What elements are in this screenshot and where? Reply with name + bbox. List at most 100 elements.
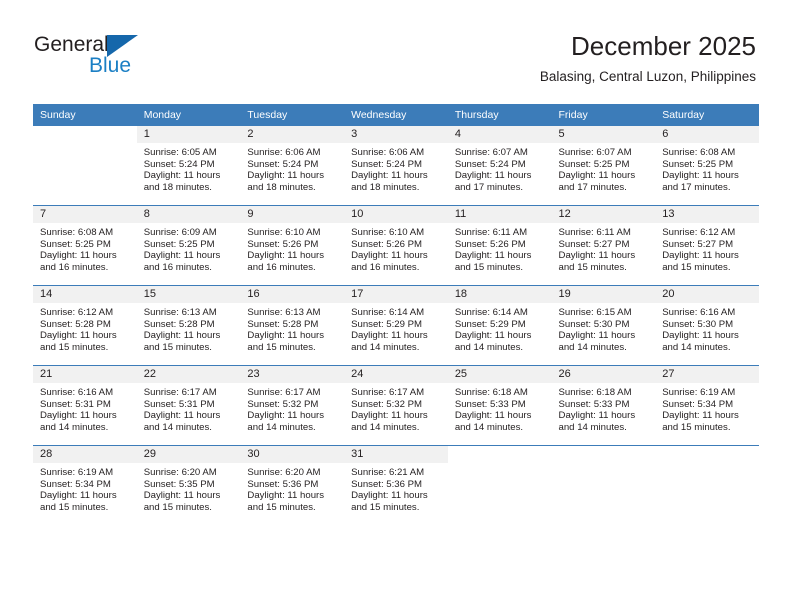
day-cell[interactable]: 31 Sunrise: 6:21 AM Sunset: 5:36 PM Dayl… (344, 445, 448, 525)
day-number: 10 (344, 206, 448, 223)
daylight-text-line2: and 16 minutes. (247, 261, 316, 273)
day-info: Sunrise: 6:20 AM Sunset: 5:36 PM Dayligh… (240, 463, 344, 513)
day-number: 15 (136, 286, 241, 303)
day-cell[interactable]: 25 Sunrise: 6:18 AM Sunset: 5:33 PM Dayl… (447, 365, 552, 446)
day-info: Sunrise: 6:14 AM Sunset: 5:29 PM Dayligh… (344, 303, 448, 353)
day-cell[interactable]: 20 Sunrise: 6:16 AM Sunset: 5:30 PM Dayl… (655, 285, 759, 366)
day-cell-inner: 29 Sunrise: 6:20 AM Sunset: 5:35 PM Dayl… (136, 446, 241, 525)
sunset-text: Sunset: 5:24 PM (247, 158, 319, 170)
day-info (448, 463, 552, 467)
day-cell[interactable]: 30 Sunrise: 6:20 AM Sunset: 5:36 PM Dayl… (240, 445, 345, 525)
day-cell-inner: 27 Sunrise: 6:19 AM Sunset: 5:34 PM Dayl… (655, 366, 759, 445)
day-cell-inner: 25 Sunrise: 6:18 AM Sunset: 5:33 PM Dayl… (447, 366, 552, 445)
general-blue-logo[interactable]: General Blue (34, 33, 214, 83)
day-cell[interactable]: 6 Sunrise: 6:08 AM Sunset: 5:25 PM Dayli… (655, 126, 759, 206)
daylight-text-line2: and 16 minutes. (40, 261, 109, 273)
day-cell[interactable]: 27 Sunrise: 6:19 AM Sunset: 5:34 PM Dayl… (655, 365, 759, 446)
day-number: 9 (240, 206, 345, 223)
daylight-text-line2: and 15 minutes. (351, 501, 420, 513)
day-info: Sunrise: 6:18 AM Sunset: 5:33 PM Dayligh… (448, 383, 552, 433)
daylight-text-line1: Daylight: 11 hours (558, 250, 636, 262)
day-cell[interactable]: 12 Sunrise: 6:11 AM Sunset: 5:27 PM Dayl… (551, 205, 656, 286)
day-info: Sunrise: 6:13 AM Sunset: 5:28 PM Dayligh… (240, 303, 344, 353)
day-cell[interactable] (551, 445, 656, 525)
day-cell[interactable]: 21 Sunrise: 6:16 AM Sunset: 5:31 PM Dayl… (33, 365, 137, 446)
calendar-grid: Sunday Monday Tuesday Wednesday Thursday… (33, 104, 759, 525)
title-block: December 2025 Balasing, Central Luzon, P… (540, 30, 756, 85)
daylight-text-line1: Daylight: 11 hours (40, 490, 117, 502)
day-info: Sunrise: 6:14 AM Sunset: 5:29 PM Dayligh… (448, 303, 552, 353)
day-number: 26 (551, 366, 656, 383)
day-cell-inner: 23 Sunrise: 6:17 AM Sunset: 5:32 PM Dayl… (240, 366, 345, 445)
day-cell[interactable]: 29 Sunrise: 6:20 AM Sunset: 5:35 PM Dayl… (136, 445, 241, 525)
sunset-text: Sunset: 5:28 PM (40, 318, 111, 330)
day-cell[interactable]: 1 Sunrise: 6:05 AM Sunset: 5:24 PM Dayli… (136, 126, 241, 206)
day-cell-inner: 14 Sunrise: 6:12 AM Sunset: 5:28 PM Dayl… (33, 286, 137, 365)
day-cell[interactable]: 4 Sunrise: 6:07 AM Sunset: 5:24 PM Dayli… (447, 126, 552, 206)
sunrise-text: Sunrise: 6:19 AM (662, 387, 736, 398)
day-number: 6 (655, 126, 759, 143)
sunrise-text: Sunrise: 6:11 AM (558, 227, 631, 238)
daylight-text-line2: and 14 minutes. (143, 421, 212, 433)
day-info: Sunrise: 6:05 AM Sunset: 5:24 PM Dayligh… (137, 143, 241, 193)
day-info: Sunrise: 6:12 AM Sunset: 5:27 PM Dayligh… (655, 223, 759, 273)
day-cell[interactable] (655, 445, 759, 525)
sunrise-text: Sunrise: 6:18 AM (558, 387, 632, 398)
sunset-text: Sunset: 5:33 PM (558, 398, 630, 410)
day-number: 2 (240, 126, 345, 143)
day-info: Sunrise: 6:15 AM Sunset: 5:30 PM Dayligh… (552, 303, 656, 353)
day-cell[interactable] (33, 126, 137, 206)
day-cell[interactable]: 5 Sunrise: 6:07 AM Sunset: 5:25 PM Dayli… (551, 126, 656, 206)
day-cell[interactable]: 24 Sunrise: 6:17 AM Sunset: 5:32 PM Dayl… (344, 365, 448, 446)
day-cell[interactable]: 16 Sunrise: 6:13 AM Sunset: 5:28 PM Dayl… (240, 285, 345, 366)
day-cell-inner: 4 Sunrise: 6:07 AM Sunset: 5:24 PM Dayli… (447, 126, 552, 205)
day-cell[interactable]: 10 Sunrise: 6:10 AM Sunset: 5:26 PM Dayl… (344, 205, 448, 286)
day-cell[interactable]: 26 Sunrise: 6:18 AM Sunset: 5:33 PM Dayl… (551, 365, 656, 446)
day-cell[interactable]: 11 Sunrise: 6:11 AM Sunset: 5:26 PM Dayl… (447, 205, 552, 286)
day-cell-inner: 8 Sunrise: 6:09 AM Sunset: 5:25 PM Dayli… (136, 206, 241, 285)
day-cell[interactable]: 19 Sunrise: 6:15 AM Sunset: 5:30 PM Dayl… (551, 285, 656, 366)
daylight-text-line2: and 15 minutes. (40, 341, 109, 353)
daylight-text-line1: Daylight: 11 hours (40, 330, 117, 342)
daylight-text-line2: and 16 minutes. (351, 261, 420, 273)
calendar-page: General Blue December 2025 Balasing, Cen… (0, 0, 792, 612)
day-cell[interactable]: 2 Sunrise: 6:06 AM Sunset: 5:24 PM Dayli… (240, 126, 345, 206)
daylight-text-line1: Daylight: 11 hours (247, 330, 325, 342)
day-info: Sunrise: 6:13 AM Sunset: 5:28 PM Dayligh… (137, 303, 241, 353)
day-info: Sunrise: 6:21 AM Sunset: 5:36 PM Dayligh… (344, 463, 448, 513)
day-cell[interactable]: 18 Sunrise: 6:14 AM Sunset: 5:29 PM Dayl… (447, 285, 552, 366)
daylight-text-line2: and 18 minutes. (143, 181, 212, 193)
day-cell[interactable]: 22 Sunrise: 6:17 AM Sunset: 5:31 PM Dayl… (136, 365, 241, 446)
day-cell-inner: 13 Sunrise: 6:12 AM Sunset: 5:27 PM Dayl… (655, 206, 759, 285)
day-number: 12 (551, 206, 656, 223)
day-cell[interactable]: 9 Sunrise: 6:10 AM Sunset: 5:26 PM Dayli… (240, 205, 345, 286)
daylight-text-line2: and 15 minutes. (247, 501, 316, 513)
day-number: 31 (344, 446, 448, 463)
sunrise-text: Sunrise: 6:07 AM (558, 147, 632, 158)
day-number: 18 (447, 286, 552, 303)
day-cell[interactable]: 17 Sunrise: 6:14 AM Sunset: 5:29 PM Dayl… (344, 285, 448, 366)
daylight-text-line1: Daylight: 11 hours (40, 250, 117, 262)
day-cell-inner: 9 Sunrise: 6:10 AM Sunset: 5:26 PM Dayli… (240, 206, 345, 285)
day-cell[interactable]: 14 Sunrise: 6:12 AM Sunset: 5:28 PM Dayl… (33, 285, 137, 366)
day-cell[interactable]: 7 Sunrise: 6:08 AM Sunset: 5:25 PM Dayli… (33, 205, 137, 286)
day-info: Sunrise: 6:07 AM Sunset: 5:24 PM Dayligh… (448, 143, 552, 193)
day-cell[interactable]: 23 Sunrise: 6:17 AM Sunset: 5:32 PM Dayl… (240, 365, 345, 446)
day-cell[interactable] (447, 445, 552, 525)
daylight-text-line2: and 14 minutes. (454, 341, 524, 353)
day-info: Sunrise: 6:06 AM Sunset: 5:24 PM Dayligh… (344, 143, 448, 193)
day-number: 22 (136, 366, 241, 383)
day-cell-inner: 15 Sunrise: 6:13 AM Sunset: 5:28 PM Dayl… (136, 286, 241, 365)
day-cell[interactable]: 13 Sunrise: 6:12 AM Sunset: 5:27 PM Dayl… (655, 205, 759, 286)
day-cell[interactable]: 8 Sunrise: 6:09 AM Sunset: 5:25 PM Dayli… (136, 205, 241, 286)
day-cell[interactable]: 3 Sunrise: 6:06 AM Sunset: 5:24 PM Dayli… (344, 126, 448, 206)
weekday-header-sunday: Sunday (33, 104, 137, 126)
daylight-text-line2: and 14 minutes. (40, 421, 109, 433)
day-cell-inner: 28 Sunrise: 6:19 AM Sunset: 5:34 PM Dayl… (33, 446, 137, 525)
day-info: Sunrise: 6:06 AM Sunset: 5:24 PM Dayligh… (240, 143, 344, 193)
day-cell-inner: 22 Sunrise: 6:17 AM Sunset: 5:31 PM Dayl… (136, 366, 241, 445)
day-cell[interactable]: 15 Sunrise: 6:13 AM Sunset: 5:28 PM Dayl… (136, 285, 241, 366)
day-cell-inner: 18 Sunrise: 6:14 AM Sunset: 5:29 PM Dayl… (447, 286, 552, 365)
day-cell[interactable]: 28 Sunrise: 6:19 AM Sunset: 5:34 PM Dayl… (33, 445, 137, 525)
sunrise-text: Sunrise: 6:19 AM (40, 467, 114, 478)
